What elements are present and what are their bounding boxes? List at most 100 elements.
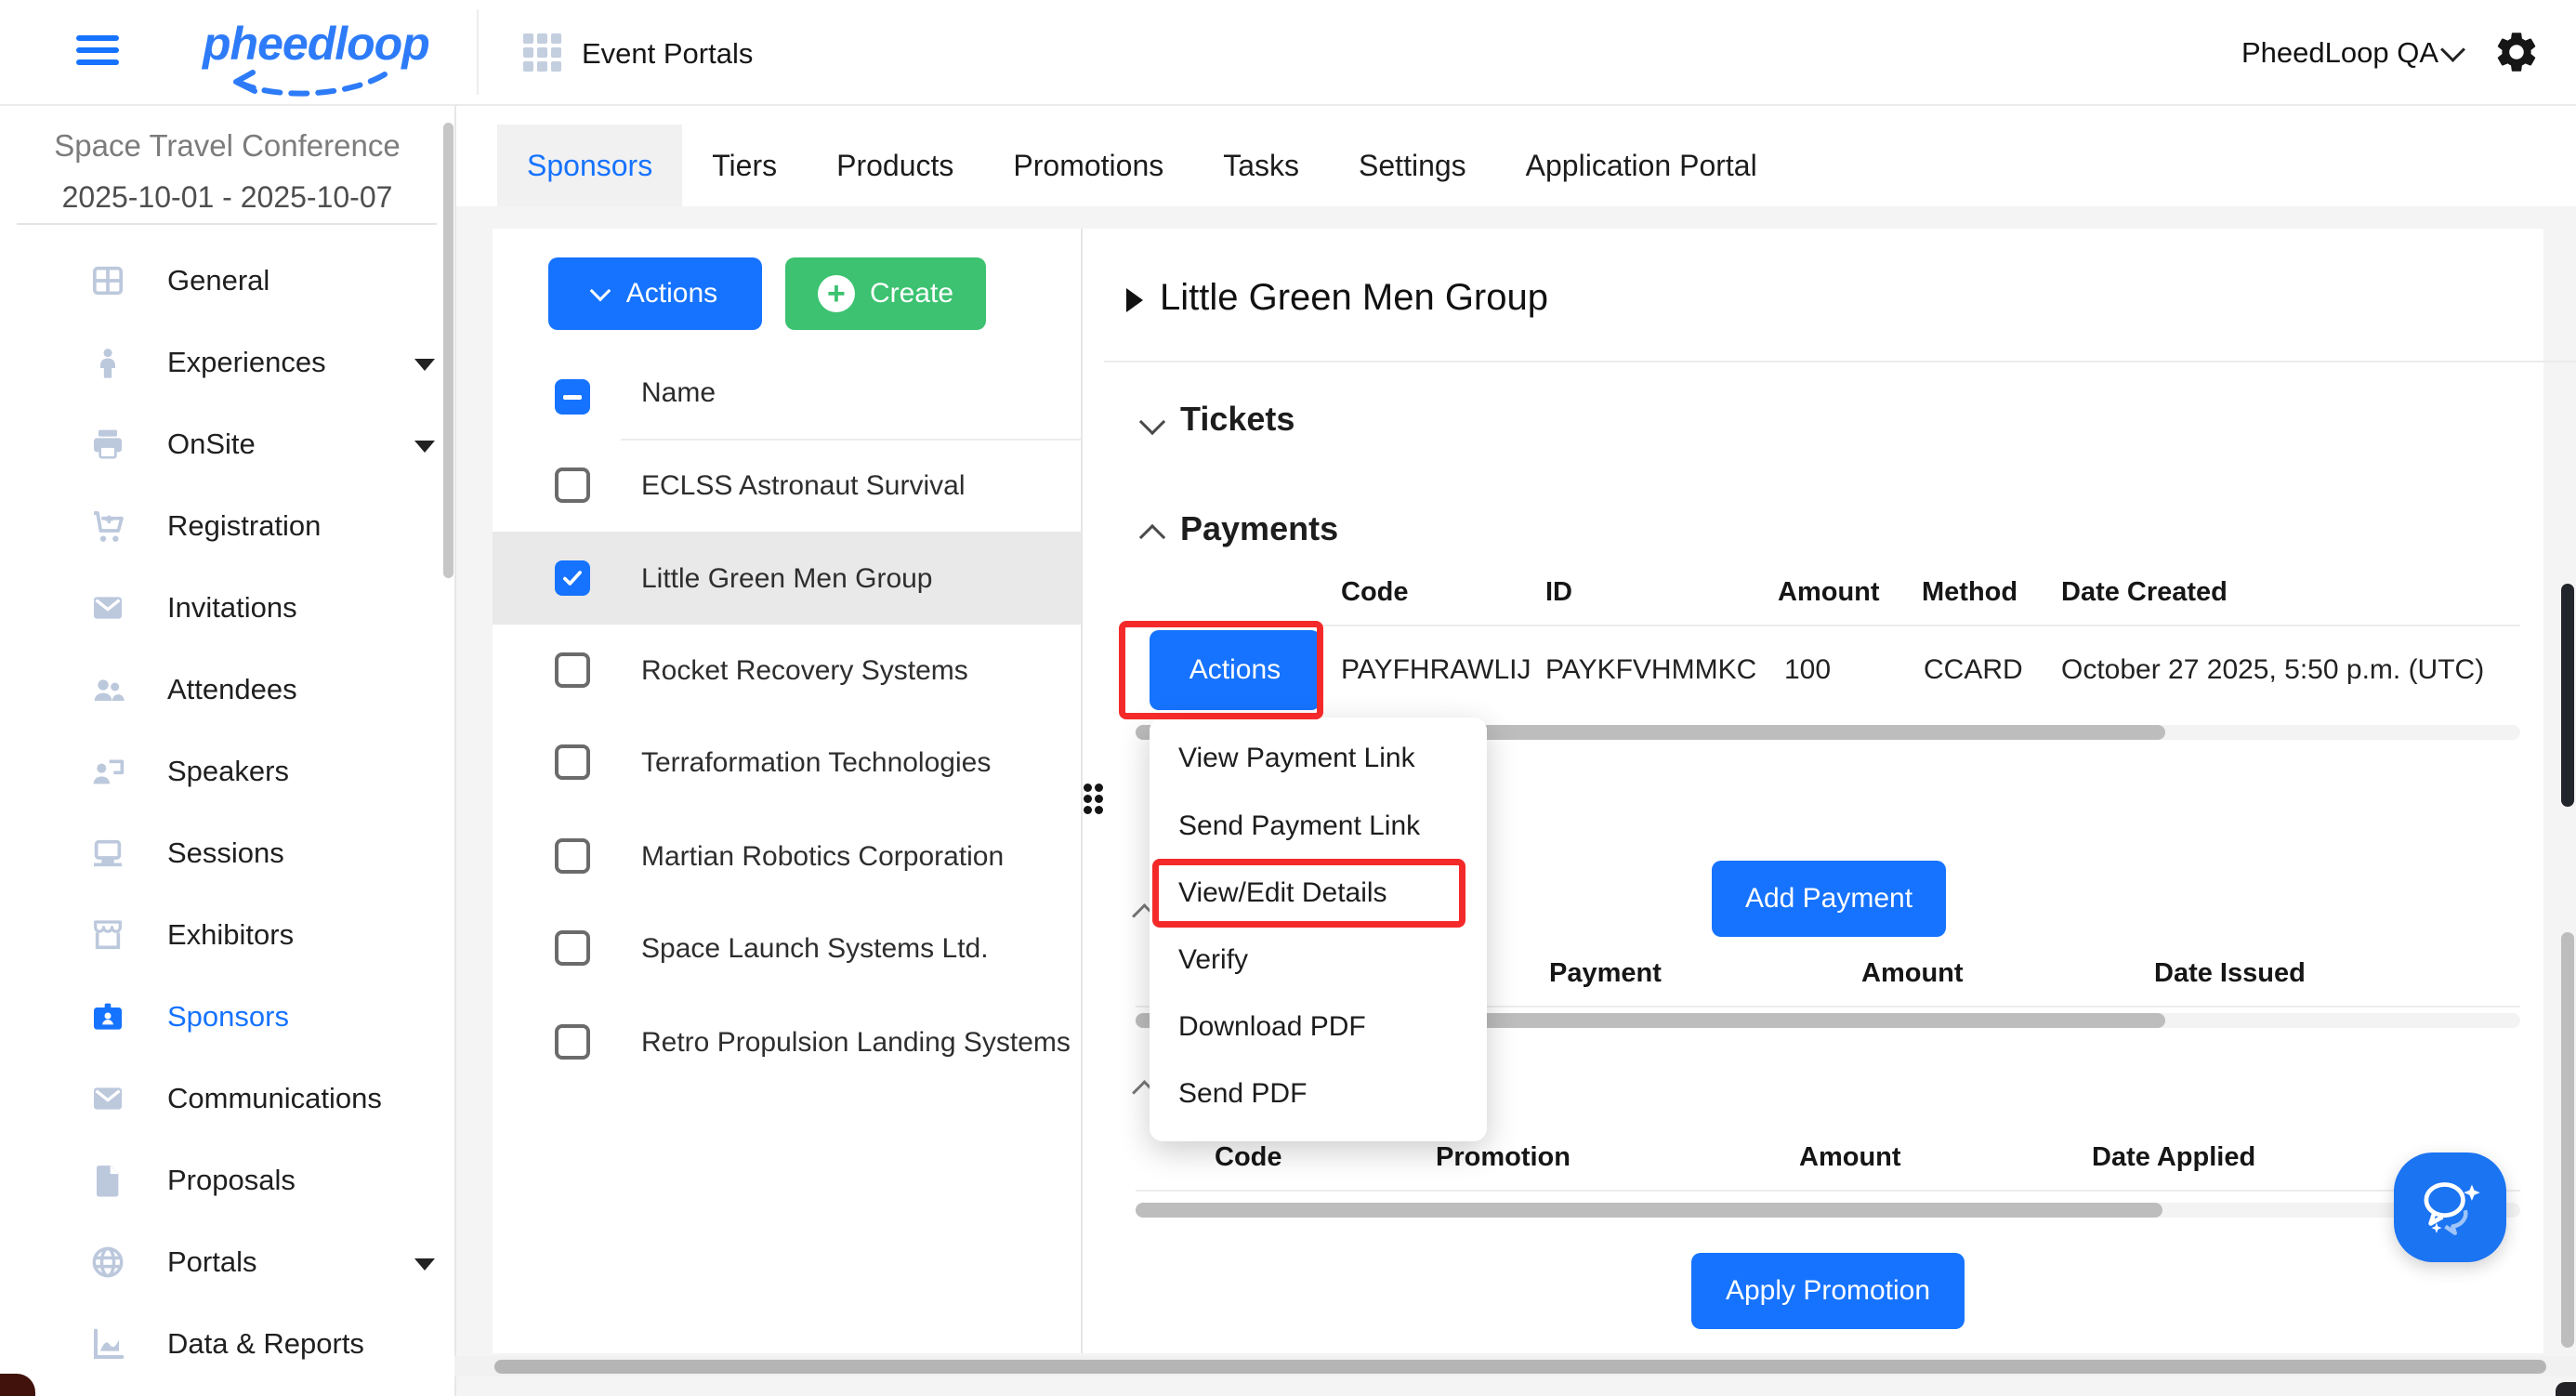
grid-table-icon <box>89 262 126 299</box>
storefront-icon <box>89 916 126 954</box>
sponsor-row[interactable]: Retro Propulsion Landing Systems <box>641 1027 1071 1059</box>
app-screen: pheedloop Event Portals PheedLoop QA Spa… <box>0 0 2576 1396</box>
menu-item-view-payment-link[interactable]: View Payment Link <box>1178 743 1415 774</box>
document-icon <box>89 1162 126 1199</box>
sponsor-row[interactable]: ECLSS Astronaut Survival <box>641 470 966 502</box>
payment-row-actions-button[interactable]: Actions <box>1150 630 1321 710</box>
heading-divider <box>1104 361 2576 362</box>
chevron-down-icon[interactable] <box>414 1258 435 1271</box>
sidebar-scrollbar[interactable] <box>443 123 453 578</box>
right-scrollbar-thumb-dark[interactable] <box>2561 584 2574 807</box>
panel-drag-handle-icon[interactable] <box>1084 784 1108 817</box>
col-header-date-created: Date Created <box>2061 577 2228 608</box>
row-checkbox[interactable] <box>555 838 590 874</box>
sidebar-item-sessions[interactable]: Sessions <box>0 827 454 887</box>
chevron-down-icon[interactable] <box>414 441 435 453</box>
actions-dropdown-menu: View Payment Link Send Payment Link View… <box>1150 718 1487 1141</box>
add-payment-button[interactable]: Add Payment <box>1712 861 1946 937</box>
sidebar-item-label: Registration <box>167 509 321 543</box>
create-button[interactable]: + Create <box>785 257 986 330</box>
col-header-amount: Amount <box>1778 577 1880 608</box>
row-checkbox-checked[interactable] <box>555 560 590 596</box>
tickets-section-header[interactable]: Tickets <box>1180 400 1295 439</box>
menu-item-verify[interactable]: Verify <box>1178 944 1248 976</box>
sidebar-item-proposals[interactable]: Proposals <box>0 1154 454 1214</box>
tabs-bar: Sponsors Tiers Products Promotions Tasks… <box>456 106 2576 206</box>
sidebar-item-label: Data & Reports <box>167 1327 364 1361</box>
cell-id: PAYKFVHMMKC <box>1545 654 1756 686</box>
payments-chevron-up-icon[interactable] <box>1139 524 1165 550</box>
scrollbar-thumb[interactable] <box>1136 1203 2162 1218</box>
sponsor-row[interactable]: Rocket Recovery Systems <box>641 655 968 687</box>
chat-widget-button[interactable] <box>2394 1152 2506 1262</box>
bottom-scrollbar-thumb[interactable] <box>494 1360 2546 1374</box>
tab-promotions[interactable]: Promotions <box>983 125 1193 206</box>
promotions-h-scrollbar[interactable] <box>1136 1203 2520 1218</box>
event-title: Space Travel Conference <box>0 128 454 164</box>
sponsor-row-selected[interactable]: Little Green Men Group <box>641 563 933 595</box>
create-button-label: Create <box>870 278 953 309</box>
sidebar-item-attendees[interactable]: Attendees <box>0 664 454 723</box>
tab-sponsors[interactable]: Sponsors <box>497 125 682 206</box>
row-checkbox[interactable] <box>555 744 590 780</box>
window-corner-right <box>2556 1382 2576 1396</box>
panel-divider <box>1081 229 1083 1353</box>
cell-method: CCARD <box>1924 654 2023 686</box>
tab-settings[interactable]: Settings <box>1329 125 1496 206</box>
name-column-header: Name <box>641 377 716 409</box>
account-chevron-down-icon[interactable] <box>2440 37 2465 62</box>
select-all-checkbox[interactable] <box>555 379 590 415</box>
person-icon <box>89 344 126 381</box>
row-checkbox[interactable] <box>555 930 590 966</box>
chevron-down-icon <box>589 281 611 302</box>
menu-item-view-edit-details[interactable]: View/Edit Details <box>1178 877 1387 909</box>
menu-item-download-pdf[interactable]: Download PDF <box>1178 1011 1366 1043</box>
tab-application-portal[interactable]: Application Portal <box>1496 125 1787 206</box>
row-checkbox[interactable] <box>555 1024 590 1060</box>
menu-item-send-payment-link[interactable]: Send Payment Link <box>1178 810 1420 842</box>
sidebar-item-onsite[interactable]: OnSite <box>0 418 454 478</box>
sponsors-actions-button[interactable]: Actions <box>548 257 762 330</box>
sidebar-item-label: Proposals <box>167 1164 296 1197</box>
apply-promotion-button[interactable]: Apply Promotion <box>1691 1253 1965 1329</box>
row-checkbox[interactable] <box>555 652 590 688</box>
sidebar-item-general[interactable]: General <box>0 255 454 314</box>
globe-icon <box>89 1244 126 1281</box>
sponsor-row[interactable]: Terraformation Technologies <box>641 747 991 779</box>
pheedloop-logo[interactable]: pheedloop <box>203 17 429 71</box>
chevron-down-icon[interactable] <box>414 359 435 371</box>
expand-triangle-icon[interactable] <box>1126 288 1143 312</box>
logo-underline-arrow-icon <box>221 69 394 99</box>
sponsor-row[interactable]: Martian Robotics Corporation <box>641 841 1004 873</box>
tickets-chevron-down-icon[interactable] <box>1139 409 1165 435</box>
right-scrollbar-thumb[interactable] <box>2561 932 2574 1348</box>
menu-item-send-pdf[interactable]: Send PDF <box>1178 1078 1307 1110</box>
top-bar: pheedloop Event Portals PheedLoop QA <box>0 0 2576 106</box>
tab-tiers[interactable]: Tiers <box>682 125 807 206</box>
row-checkbox[interactable] <box>555 468 590 503</box>
hamburger-menu-icon[interactable] <box>76 35 119 69</box>
apps-grid-icon[interactable] <box>523 33 561 72</box>
account-name[interactable]: PheedLoop QA <box>2241 36 2438 70</box>
sidebar-item-label: Sessions <box>167 836 284 870</box>
sponsor-row[interactable]: Space Launch Systems Ltd. <box>641 933 989 965</box>
sidebar-item-exhibitors[interactable]: Exhibitors <box>0 909 454 968</box>
payments-section-header[interactable]: Payments <box>1180 509 1338 548</box>
sidebar-item-speakers[interactable]: Speakers <box>0 745 454 805</box>
event-dates: 2025-10-01 - 2025-10-07 <box>0 180 454 215</box>
sidebar-item-label: Experiences <box>167 346 326 379</box>
sidebar-item-communications[interactable]: Communications <box>0 1073 454 1132</box>
sidebar-item-registration[interactable]: Registration <box>0 500 454 560</box>
sidebar-item-invitations[interactable]: Invitations <box>0 582 454 641</box>
laptop-icon <box>89 835 126 872</box>
sidebar-item-data-reports[interactable]: Data & Reports <box>0 1318 454 1377</box>
sidebar-item-portals[interactable]: Portals <box>0 1236 454 1296</box>
tab-products[interactable]: Products <box>807 125 983 206</box>
sidebar-item-label: OnSite <box>167 428 256 461</box>
envelope-icon <box>89 589 126 626</box>
settings-gear-icon[interactable] <box>2492 28 2541 76</box>
sidebar-item-sponsors[interactable]: Sponsors <box>0 991 454 1050</box>
detail-heading: Little Green Men Group <box>1160 277 1548 319</box>
sidebar-item-experiences[interactable]: Experiences <box>0 336 454 396</box>
tab-tasks[interactable]: Tasks <box>1193 125 1329 206</box>
